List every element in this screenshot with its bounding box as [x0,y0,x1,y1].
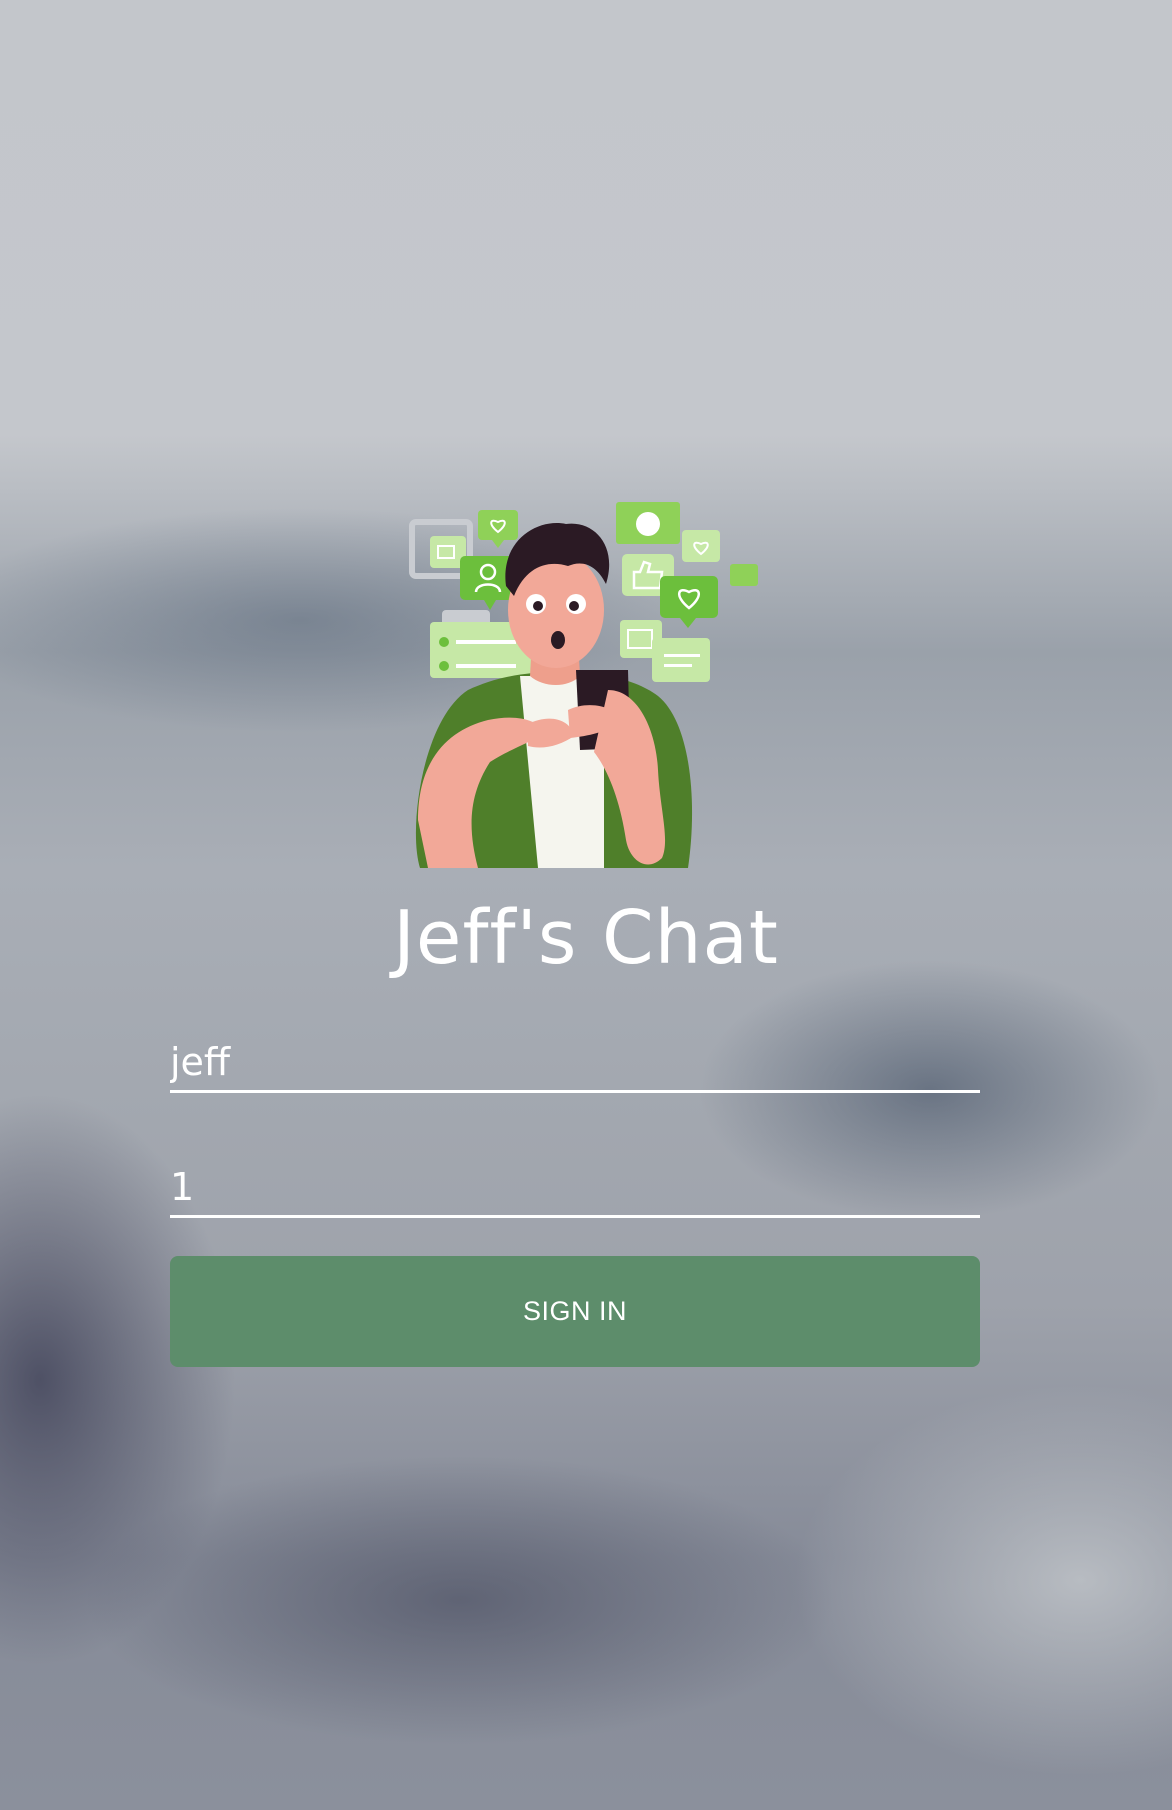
person-with-phone-chat-illustration [409,502,758,868]
username-field [170,1020,980,1093]
password-input[interactable] [170,1165,980,1209]
app-title: Jeff's Chat [393,895,779,981]
username-input[interactable] [170,1040,980,1084]
sign-in-button[interactable]: SIGN IN [170,1256,980,1367]
password-field [170,1145,980,1218]
login-screen: Jeff's Chat SIGN IN [0,0,1172,1810]
